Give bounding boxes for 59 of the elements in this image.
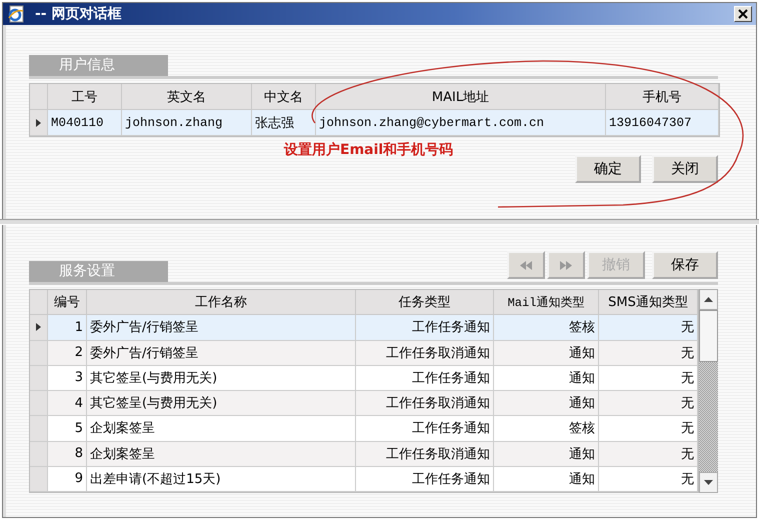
column-header: 任务类型 [356,290,494,316]
table-cell: 4 [48,391,87,416]
corner-cell [30,84,48,110]
scroll-down-icon [704,480,713,485]
table-cell: 工作任务取消通知 [356,340,494,366]
table-cell: 9 [48,466,87,492]
row-header-cell[interactable] [30,340,48,366]
dialog-button[interactable]: 确定 [575,155,641,183]
column-header: MAIL地址 [316,84,606,110]
table-cell: 委外广告/行销签呈 [87,340,356,366]
close-button[interactable] [734,6,752,22]
table-cell: 无 [599,442,698,467]
column-header: SMS通知类型 [599,290,698,316]
row-header-cell[interactable] [30,391,48,416]
table-cell: 8 [48,442,87,467]
double-right-arrow-icon [560,260,572,270]
corner-cell [30,290,48,316]
scroll-up-icon [704,297,713,302]
row-header-cell[interactable] [30,110,48,136]
table-cell: 企划案签呈 [87,442,356,467]
table-cell: johnson.zhang@cybermart.com.cn [316,110,606,136]
row-pointer-icon [36,118,41,126]
table-cell: 通知 [494,340,599,366]
dialog-button[interactable]: 关闭 [652,155,718,183]
table-cell: 无 [599,466,698,492]
table-cell: 通知 [494,442,599,467]
table-cell: 通知 [494,391,599,416]
table-cell: 工作任务通知 [356,466,494,492]
column-header: 手机号 [606,84,719,110]
column-header: 英文名 [122,84,252,110]
row-header-cell[interactable] [30,315,48,340]
toolbar-button[interactable]: 保存 [652,251,718,279]
scrollbar[interactable] [699,289,718,493]
table-cell: 2 [48,340,87,366]
table-cell: 13916047307 [606,110,719,136]
row-header-cell[interactable] [30,416,48,442]
row-header-cell[interactable] [30,366,48,391]
page-icon [7,5,25,23]
table-cell: 其它签呈(与费用无关) [87,391,356,416]
table-cell: M040110 [48,110,122,136]
row-pointer-icon [36,323,41,332]
table-cell: 工作任务取消通知 [356,391,494,416]
table-cell: 无 [599,340,698,366]
column-header: Mail通知类型 [494,290,599,316]
column-header: 中文名 [252,84,316,110]
table-cell: 通知 [494,466,599,492]
table-cell: 出差申请(不超过15天) [87,466,356,492]
window-title: -- 网页对话框 [35,5,122,23]
column-header: 编号 [48,290,87,316]
table-cell: 张志强 [252,110,316,136]
table-cell: 无 [599,391,698,416]
table-cell: johnson.zhang [122,110,252,136]
table-cell: 工作任务取消通知 [356,442,494,467]
column-header: 工号 [48,84,122,110]
annotation-text: 设置用户Email和手机号码 [284,141,454,159]
double-left-arrow-icon [520,260,532,270]
row-header-cell[interactable] [30,442,48,467]
column-header: 工作名称 [87,290,356,316]
row-header-cell[interactable] [30,466,48,492]
